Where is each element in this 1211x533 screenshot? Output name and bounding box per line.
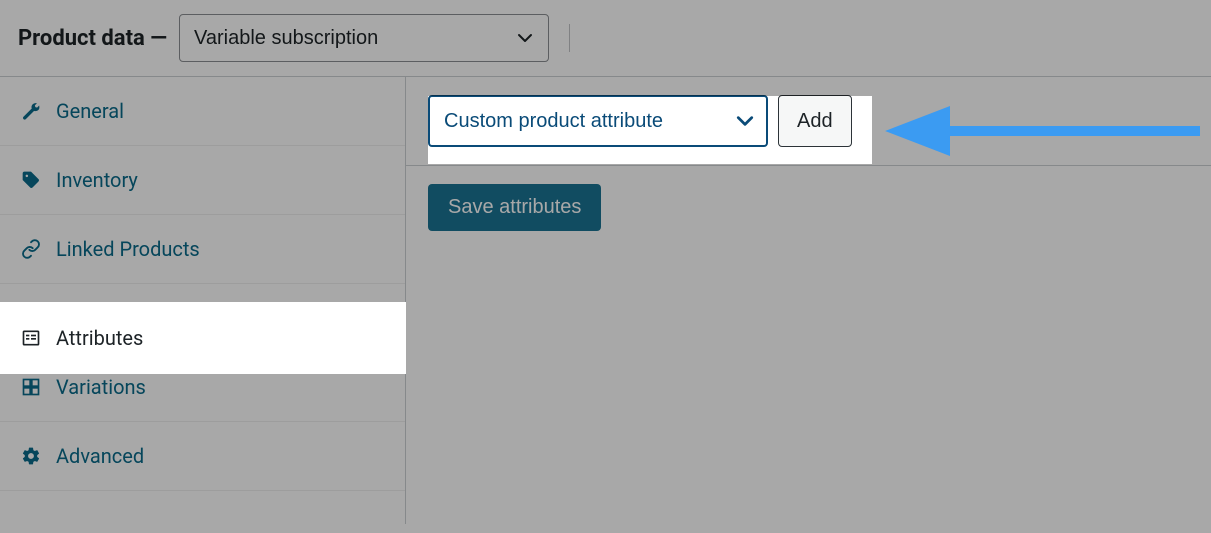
tab-label: Inventory: [56, 168, 138, 192]
tab-linked-products[interactable]: Linked Products: [0, 215, 405, 284]
tab-inventory[interactable]: Inventory: [0, 146, 405, 215]
attribute-type-select[interactable]: Custom product attribute: [428, 95, 768, 147]
product-data-header: Product data — Variable subscription: [0, 0, 1211, 77]
header-divider: [569, 24, 570, 52]
product-type-select[interactable]: Variable subscription: [179, 14, 549, 62]
tab-variations[interactable]: Variations: [0, 353, 405, 422]
grid-icon: [20, 376, 42, 398]
wrench-icon: [20, 100, 42, 122]
attribute-toolbar: Custom product attribute Add: [406, 77, 1211, 166]
list-icon: [20, 307, 42, 329]
tab-attributes[interactable]: Attributes: [0, 284, 405, 353]
product-data-body: General Inventory Linked Products Attrib…: [0, 77, 1211, 524]
link-icon: [20, 238, 42, 260]
save-attributes-button[interactable]: Save attributes: [428, 184, 601, 231]
add-attribute-button[interactable]: Add: [778, 95, 852, 147]
tab-advanced[interactable]: Advanced: [0, 422, 405, 491]
tab-label: General: [56, 99, 124, 123]
gear-icon: [20, 445, 42, 467]
tab-label: Linked Products: [56, 237, 200, 261]
attribute-type-select-wrap: Custom product attribute: [428, 95, 768, 147]
product-data-sidebar: General Inventory Linked Products Attrib…: [0, 77, 406, 524]
product-data-title: Product data —: [18, 26, 167, 51]
tab-label: Attributes: [56, 306, 143, 330]
attributes-panel: Custom product attribute Add Save attrib…: [406, 77, 1211, 524]
tab-general[interactable]: General: [0, 77, 405, 146]
product-type-select-wrap: Variable subscription: [179, 14, 549, 62]
tag-icon: [20, 169, 42, 191]
tab-label: Variations: [56, 375, 146, 399]
save-row: Save attributes: [406, 166, 1211, 249]
tab-label: Advanced: [56, 444, 144, 468]
